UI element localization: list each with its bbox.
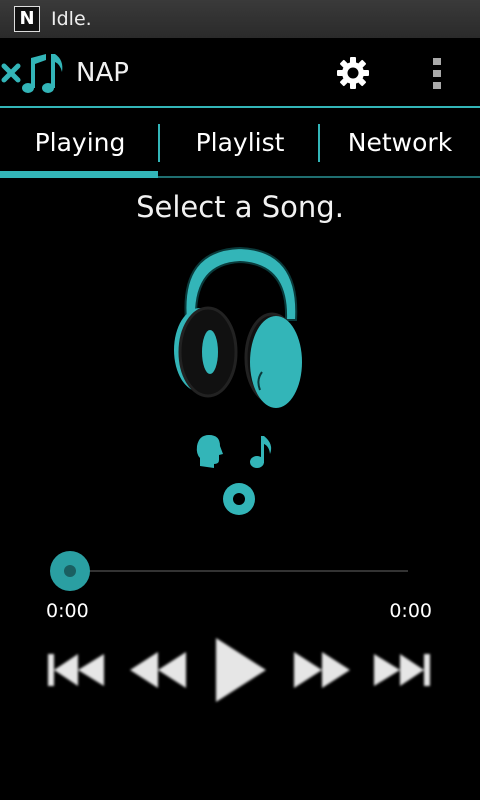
play-icon[interactable] <box>210 634 270 706</box>
seek-thumb-center <box>64 565 76 577</box>
status-text: Idle. <box>51 8 92 30</box>
music-note-icon[interactable] <box>248 432 274 470</box>
song-title: Select a Song. <box>136 190 344 224</box>
tab-label: Playlist <box>195 127 285 157</box>
n-icon: N <box>14 6 40 32</box>
transport-controls <box>0 630 480 710</box>
fast-forward-icon[interactable] <box>290 648 354 692</box>
tab-playlist[interactable]: Playlist <box>160 108 320 176</box>
tab-network[interactable]: Network <box>320 108 480 176</box>
artist-icon[interactable] <box>194 432 224 470</box>
tab-bar: Playing Playlist Network <box>0 108 480 178</box>
tab-playing[interactable]: Playing <box>0 108 160 178</box>
seek-bar[interactable] <box>70 570 408 572</box>
status-bar: N Idle. <box>0 0 480 38</box>
gear-icon[interactable] <box>336 56 370 90</box>
skip-previous-icon[interactable] <box>44 648 108 692</box>
tab-divider <box>318 124 320 162</box>
skip-next-icon[interactable] <box>370 648 434 692</box>
action-bar: NAP <box>0 38 480 108</box>
nap-logo-icon[interactable] <box>0 50 70 96</box>
rewind-icon[interactable] <box>126 648 190 692</box>
album-icon[interactable] <box>222 482 256 516</box>
seek-thumb[interactable] <box>50 551 90 591</box>
tab-label: Network <box>347 127 453 157</box>
tab-divider <box>158 124 160 162</box>
duration-time: 0:00 <box>389 600 432 622</box>
app-title: NAP <box>76 58 129 88</box>
tab-label: Playing <box>34 127 126 157</box>
overflow-menu-icon[interactable] <box>430 57 444 91</box>
headphones-icon <box>174 246 302 408</box>
elapsed-time: 0:00 <box>46 600 89 622</box>
